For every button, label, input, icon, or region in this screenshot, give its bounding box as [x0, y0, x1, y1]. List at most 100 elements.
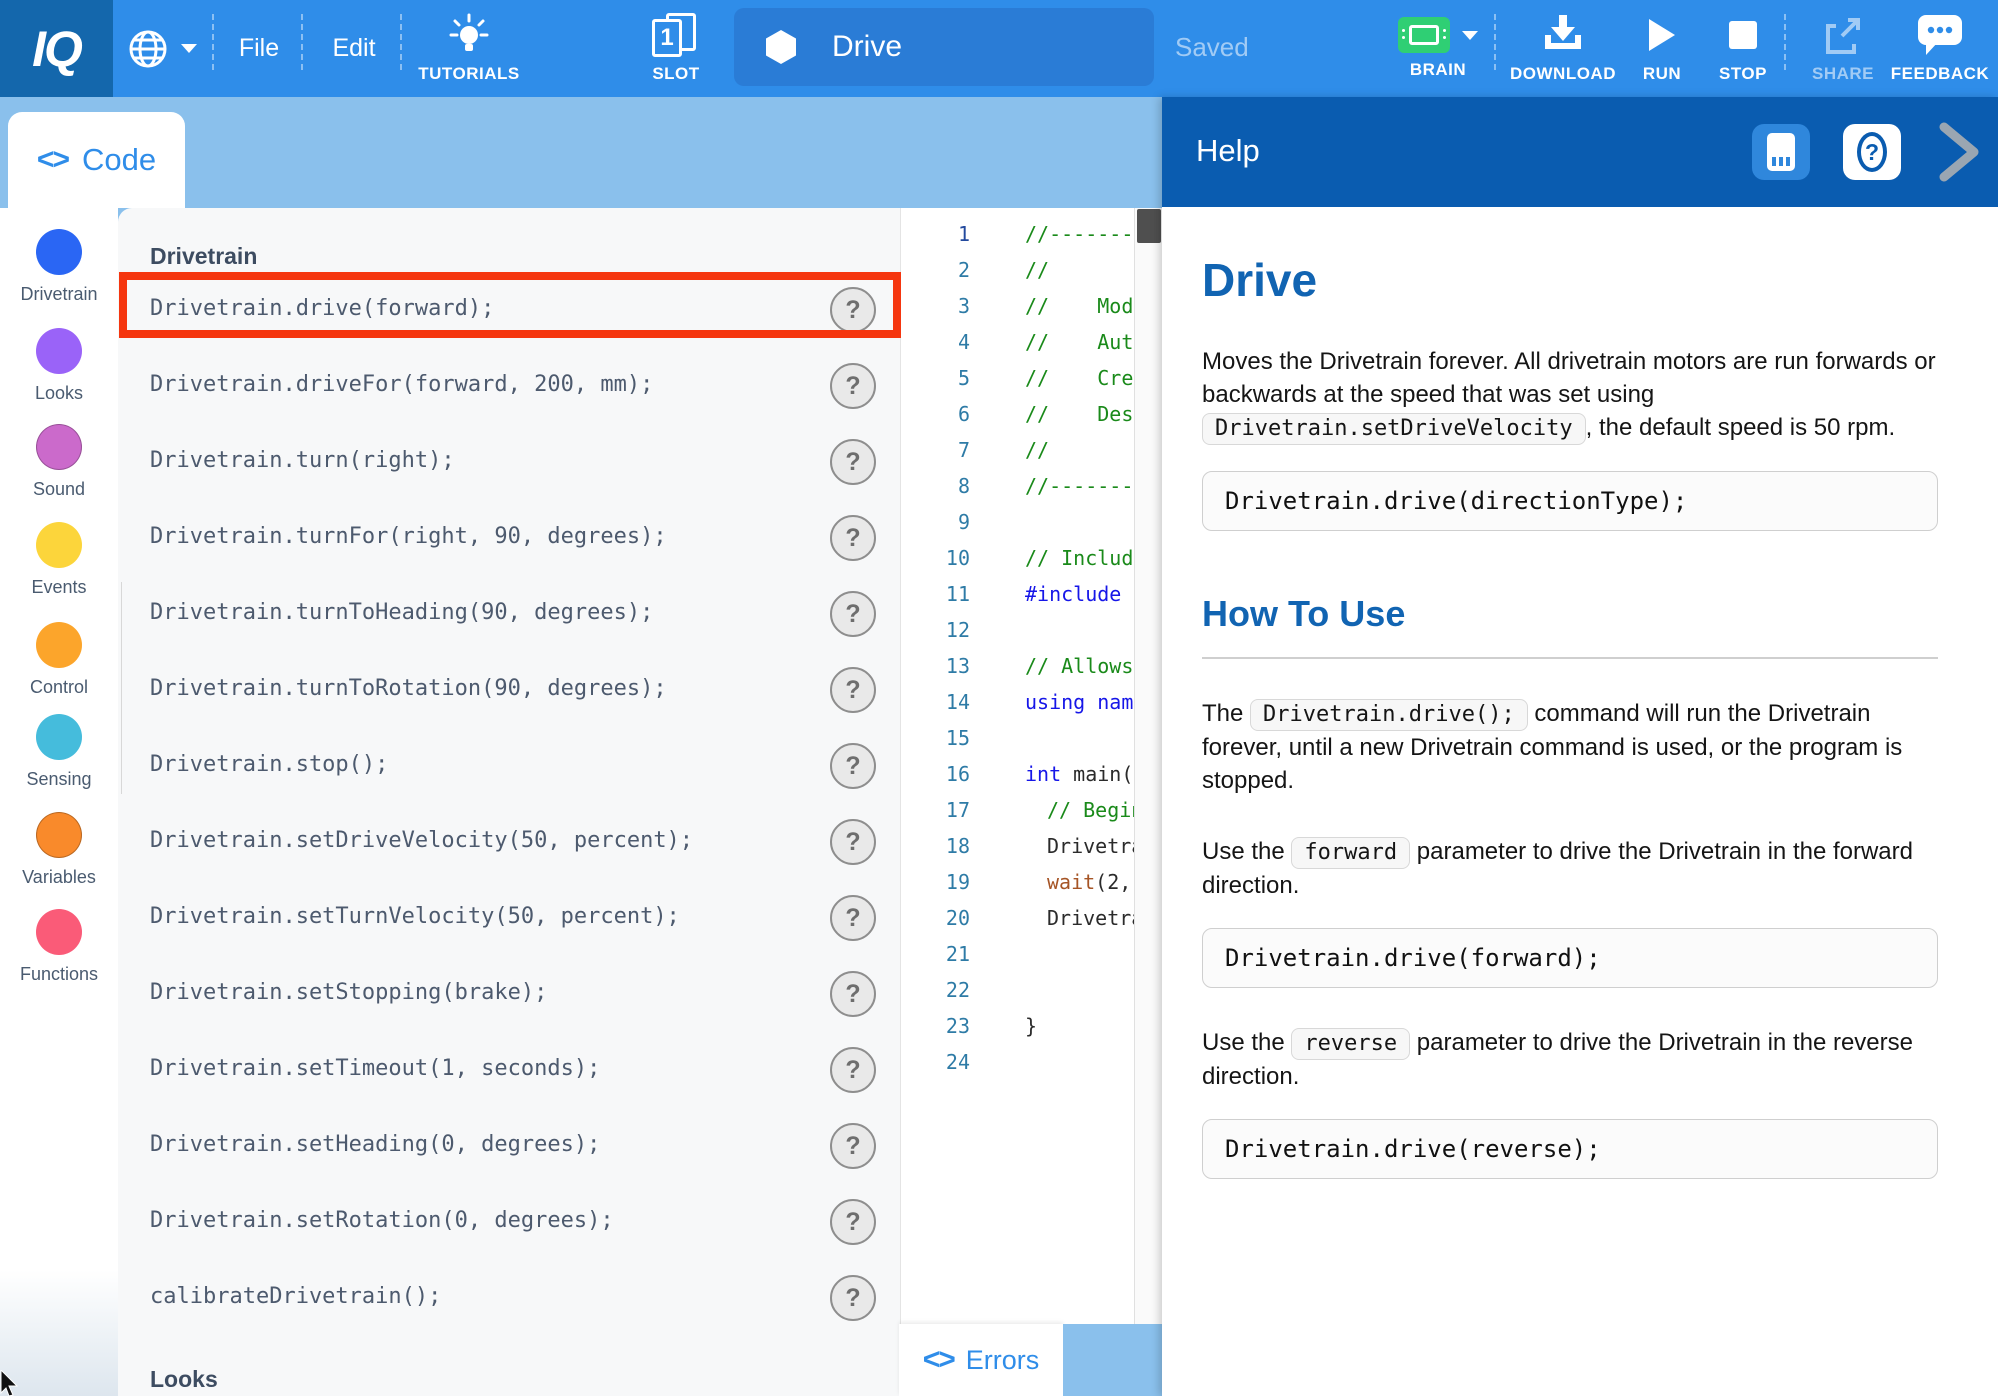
sidebar-item-drivetrain[interactable]: Drivetrain	[0, 229, 118, 305]
line-number: 6	[901, 396, 970, 432]
mouse-cursor	[0, 1370, 20, 1396]
command-row[interactable]: Drivetrain.setHeading(0, degrees);	[150, 1132, 600, 1157]
line-number: 5	[901, 360, 970, 396]
toolbar-divider	[1784, 14, 1786, 70]
brain-icon	[1398, 17, 1450, 53]
command-help-button[interactable]: ?	[830, 971, 876, 1017]
editor-line: 20Drivetra	[901, 900, 1162, 936]
editor-scrollbar-thumb[interactable]	[1137, 209, 1161, 243]
line-code: //	[1025, 252, 1049, 288]
question-icon: ?	[1857, 132, 1887, 172]
inline-code-chip: Drivetrain.drive();	[1250, 699, 1528, 731]
command-row[interactable]: calibrateDrivetrain();	[150, 1284, 441, 1309]
tab-code[interactable]: <> Code	[8, 112, 185, 208]
share-label: SHARE	[1812, 64, 1874, 84]
line-code: // Modu	[1025, 288, 1145, 324]
line-code: int main()	[1025, 756, 1145, 792]
sidebar-item-sensing[interactable]: Sensing	[0, 714, 118, 790]
editor-scrollbar[interactable]	[1134, 208, 1162, 1324]
run-button[interactable]: RUN	[1634, 0, 1690, 97]
editor-line: 8//-------------------------------------…	[901, 468, 1162, 504]
help-content: DriveMoves the Drivetrain forever. All d…	[1162, 207, 1998, 1396]
tab-errors[interactable]: <> Errors	[899, 1324, 1063, 1396]
editor-line: 14using name	[901, 684, 1162, 720]
feedback-button[interactable]: FEEDBACK	[1890, 0, 1990, 97]
sidebar-item-sound[interactable]: Sound	[0, 424, 118, 500]
command-row[interactable]: Drivetrain.setRotation(0, degrees);	[150, 1208, 614, 1233]
slot-button[interactable]: 1 SLOT	[640, 0, 712, 97]
help-device-button[interactable]	[1752, 124, 1810, 180]
collapse-panel-chevron-icon[interactable]	[1934, 119, 1984, 185]
tutorials-button[interactable]: TUTORIALS	[414, 0, 524, 97]
control-category-icon	[36, 622, 82, 668]
slot-number: 1	[652, 19, 682, 57]
download-label: DOWNLOAD	[1510, 64, 1616, 84]
file-menu-button[interactable]: File	[224, 0, 294, 97]
command-help-button[interactable]: ?	[830, 1047, 876, 1093]
share-button[interactable]: SHARE	[1806, 0, 1880, 97]
line-number: 4	[901, 324, 970, 360]
sidebar-item-events[interactable]: Events	[0, 522, 118, 598]
command-help-button[interactable]: ?	[830, 439, 876, 485]
line-code: // Begin	[1047, 792, 1143, 828]
command-row[interactable]: Drivetrain.setTimeout(1, seconds);	[150, 1056, 600, 1081]
slot-icon: 1	[652, 13, 700, 57]
editor-line: 2//	[901, 252, 1162, 288]
sidebar-item-label: Events	[0, 577, 118, 598]
command-row[interactable]: Drivetrain.turnToRotation(90, degrees);	[150, 676, 667, 701]
sidebar-item-control[interactable]: Control	[0, 622, 118, 698]
edit-menu-button[interactable]: Edit	[318, 0, 390, 97]
command-row[interactable]: Drivetrain.setDriveVelocity(50, percent)…	[150, 828, 693, 853]
command-help-button[interactable]: ?	[830, 819, 876, 865]
command-help-button[interactable]: ?	[830, 591, 876, 637]
command-row[interactable]: Drivetrain.driveFor(forward, 200, mm);	[150, 372, 653, 397]
command-row[interactable]: Drivetrain.setTurnVelocity(50, percent);	[150, 904, 680, 929]
language-menu-button[interactable]	[112, 0, 212, 97]
stop-button[interactable]: STOP	[1712, 0, 1774, 97]
command-help-button[interactable]: ?	[830, 515, 876, 561]
command-help-button[interactable]: ?	[830, 1123, 876, 1169]
command-row[interactable]: Drivetrain.stop();	[150, 752, 388, 777]
drivetrain-category-icon	[36, 229, 82, 275]
sidebar-item-functions[interactable]: Functions	[0, 909, 118, 985]
help-question-button[interactable]: ?	[1843, 124, 1901, 180]
editor-line: 3// Modu	[901, 288, 1162, 324]
editor-line: 6// Desc	[901, 396, 1162, 432]
line-number: 18	[901, 828, 970, 864]
variables-category-icon	[36, 812, 82, 858]
code-tab-label: Code	[82, 142, 156, 178]
command-help-button[interactable]: ?	[830, 743, 876, 789]
command-row[interactable]: Drivetrain.drive(forward);	[150, 296, 494, 321]
errors-tab-label: Errors	[966, 1345, 1040, 1376]
sidebar-item-label: Drivetrain	[0, 284, 118, 305]
help-paragraph: The Drivetrain.drive(); command will run…	[1202, 697, 1938, 797]
command-row[interactable]: Drivetrain.turnFor(right, 90, degrees);	[150, 524, 667, 549]
help-section-heading: How To Use	[1202, 593, 1938, 635]
iq-logo: IQ	[0, 0, 113, 97]
download-button[interactable]: DOWNLOAD	[1505, 0, 1621, 97]
command-help-button[interactable]: ?	[830, 1199, 876, 1245]
line-number: 20	[901, 900, 970, 936]
command-row[interactable]: Drivetrain.turn(right);	[150, 448, 455, 473]
brain-button[interactable]: BRAIN	[1386, 0, 1490, 97]
sidebar-item-variables[interactable]: Variables	[0, 812, 118, 888]
command-help-button[interactable]: ?	[830, 667, 876, 713]
line-number: 1	[901, 216, 970, 252]
line-code: // Auth	[1025, 324, 1145, 360]
line-number: 22	[901, 972, 970, 1008]
sidebar-item-looks[interactable]: Looks	[0, 328, 118, 404]
feedback-icon	[1917, 13, 1963, 57]
line-code: // Allows	[1025, 648, 1133, 684]
command-help-button[interactable]: ?	[830, 363, 876, 409]
vexcode-iq-window: IQ File Edit	[0, 0, 1998, 1396]
project-name-button[interactable]: Drive	[734, 8, 1154, 86]
editor-line: 24	[901, 1044, 1162, 1080]
looks-category-icon	[36, 328, 82, 374]
command-help-button[interactable]: ?	[830, 895, 876, 941]
command-help-button[interactable]: ?	[830, 1275, 876, 1321]
command-row[interactable]: Drivetrain.setStopping(brake);	[150, 980, 547, 1005]
help-panel-title: Help	[1196, 133, 1260, 169]
command-help-button[interactable]: ?	[830, 287, 876, 333]
code-editor[interactable]: 1//-------------------------------------…	[901, 208, 1162, 1324]
command-row[interactable]: Drivetrain.turnToHeading(90, degrees);	[150, 600, 653, 625]
